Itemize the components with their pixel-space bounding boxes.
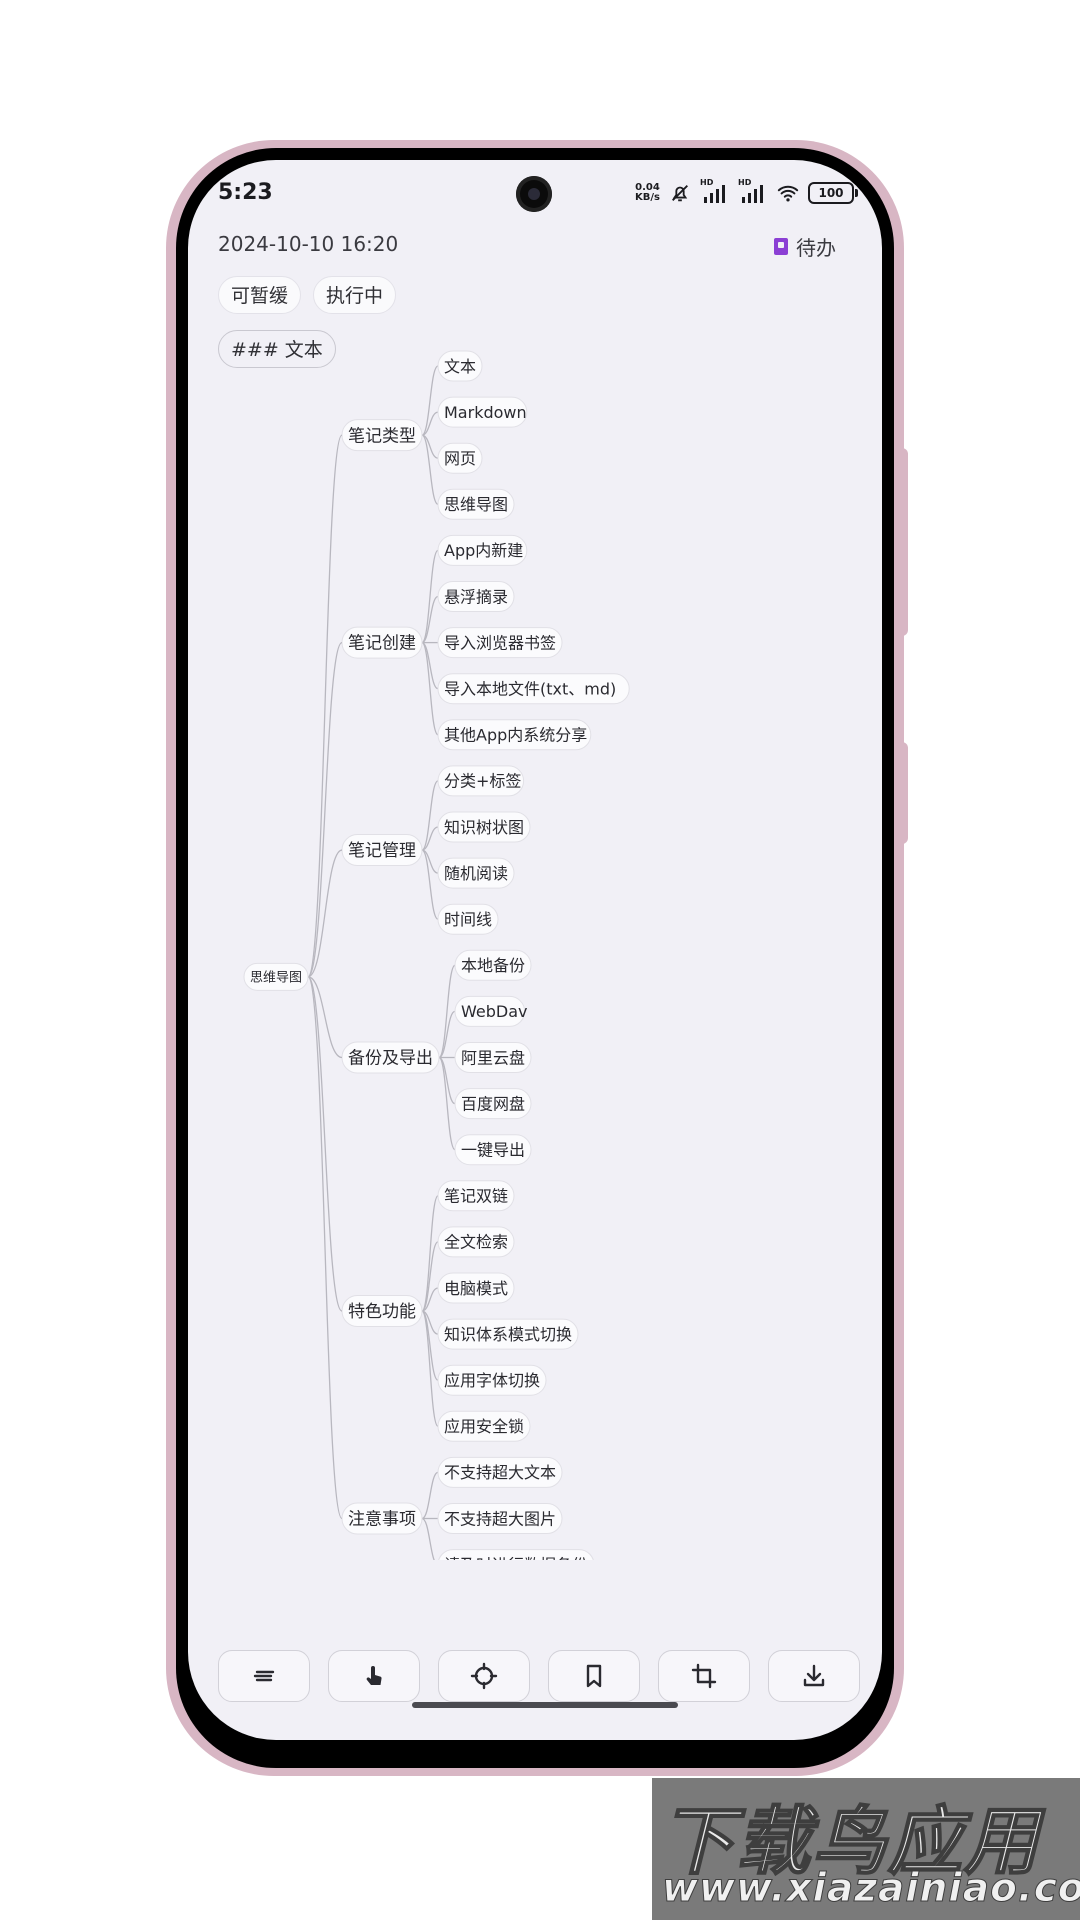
leaf-node-label: 阿里云盘	[461, 1048, 525, 1067]
child-link	[421, 641, 439, 736]
branch-node[interactable]: 特色功能	[341, 1295, 423, 1328]
leaf-node[interactable]: 应用字体切换	[437, 1364, 547, 1396]
leaf-node-label: WebDav	[461, 1002, 527, 1021]
leaf-node[interactable]: 笔记双链	[437, 1180, 515, 1212]
touch-mode-button[interactable]	[328, 1650, 420, 1702]
leaf-node-label: 不支持超大图片	[444, 1509, 556, 1528]
leaf-node[interactable]: 随机阅读	[437, 857, 515, 889]
leaf-node[interactable]: 悬浮摘录	[437, 581, 515, 612]
outline-icon	[253, 1670, 275, 1682]
leaf-node[interactable]: 电脑模式	[437, 1272, 515, 1304]
leaf-node[interactable]: 百度网盘	[454, 1088, 532, 1120]
leaf-node-label: 本地备份	[461, 956, 525, 975]
leaf-node[interactable]: 一键导出	[454, 1134, 532, 1166]
branch-node-label: 笔记管理	[348, 841, 416, 861]
leaf-node-label: 笔记双链	[444, 1187, 508, 1206]
leaf-node-label: 全文检索	[444, 1233, 508, 1252]
locate-center-icon	[470, 1662, 498, 1690]
branch-node[interactable]: 笔记类型	[341, 419, 423, 452]
leaf-node[interactable]: 请及时进行数据备份	[438, 1549, 594, 1560]
bookmark-icon	[586, 1664, 602, 1688]
download-button[interactable]	[768, 1650, 860, 1702]
touch-hand-icon	[366, 1666, 382, 1685]
leaf-node[interactable]: 阿里云盘	[454, 1042, 532, 1073]
leaf-node[interactable]: 全文检索	[437, 1226, 515, 1258]
leaf-node-label: 悬浮摘录	[444, 587, 508, 606]
leaf-node[interactable]: 文本	[437, 350, 483, 382]
leaf-node-label: 其他App内系统分享	[444, 726, 587, 745]
branch-node-label: 笔记类型	[348, 426, 416, 446]
child-link	[438, 1056, 456, 1151]
leaf-node-label: 一键导出	[461, 1140, 525, 1159]
watermark: 下载鸟应用 www.xiazainiao.com	[652, 1778, 1080, 1920]
leaf-node[interactable]: App内新建	[437, 534, 528, 566]
leaf-node-label: 文本	[444, 357, 476, 376]
leaf-node-label: 应用安全锁	[444, 1417, 524, 1436]
crop-icon	[691, 1663, 717, 1689]
side-button	[902, 742, 908, 844]
download-icon	[803, 1664, 825, 1687]
locate-button[interactable]	[438, 1650, 530, 1702]
leaf-node[interactable]: 思维导图	[437, 488, 515, 520]
home-indicator[interactable]	[412, 1702, 678, 1708]
branch-link	[307, 434, 343, 978]
crop-button[interactable]	[658, 1650, 750, 1702]
leaf-node-label: 网页	[444, 449, 476, 468]
bookmark-button[interactable]	[548, 1650, 640, 1702]
leaf-node-label: 思维导图	[444, 495, 508, 514]
leaf-node[interactable]: 导入浏览器书签	[437, 627, 563, 659]
bottom-toolbar	[218, 1650, 860, 1702]
leaf-node[interactable]: 网页	[437, 442, 483, 474]
leaf-node[interactable]: 时间线	[437, 903, 499, 935]
leaf-node[interactable]: WebDav	[454, 995, 527, 1027]
child-link	[421, 1471, 439, 1520]
leaf-node[interactable]: 不支持超大文本	[437, 1456, 563, 1488]
branch-node-label: 注意事项	[348, 1510, 416, 1530]
root-node-label: 思维导图	[250, 971, 302, 986]
branch-node[interactable]: 笔记管理	[341, 834, 423, 867]
leaf-node-label: 电脑模式	[444, 1279, 508, 1298]
watermark-url: www.xiazainiao.com	[661, 1866, 1080, 1912]
leaf-node-label: 百度网盘	[461, 1094, 525, 1113]
leaf-node-label: 导入本地文件(txt、md)	[444, 679, 616, 698]
leaf-node[interactable]: 知识体系模式切换	[437, 1318, 579, 1350]
branch-node-label: 特色功能	[348, 1302, 416, 1322]
branch-node-label: 备份及导出	[348, 1049, 433, 1069]
leaf-node[interactable]: 应用安全锁	[437, 1410, 531, 1442]
leaf-node[interactable]: 分类+标签	[437, 765, 525, 797]
leaf-node-label: 知识树状图	[444, 818, 524, 837]
leaf-node[interactable]: 不支持超大图片	[437, 1503, 563, 1534]
child-link	[421, 1310, 439, 1427]
side-button	[902, 448, 908, 636]
leaf-node-label: 不支持超大文本	[444, 1463, 556, 1482]
leaf-node-label: 分类+标签	[444, 772, 521, 791]
leaf-node-label: 知识体系模式切换	[444, 1325, 572, 1344]
leaf-node-label: 导入浏览器书签	[444, 633, 556, 652]
root-node[interactable]: 思维导图	[243, 962, 309, 991]
branch-link	[307, 976, 343, 1520]
child-link	[438, 964, 456, 1059]
leaf-node-label: 应用字体切换	[444, 1371, 540, 1390]
leaf-node[interactable]: 知识树状图	[437, 811, 531, 843]
leaf-node[interactable]: 导入本地文件(txt、md)	[437, 673, 630, 705]
branch-node[interactable]: 笔记创建	[341, 626, 423, 659]
leaf-node-label: 时间线	[444, 910, 492, 929]
leaf-node-label: Markdown	[444, 403, 527, 422]
leaf-node-label: 请及时进行数据备份	[444, 1555, 588, 1560]
mind-map: 笔记类型文本Markdown网页思维导图笔记创建App内新建悬浮摘录导入浏览器书…	[243, 350, 630, 1560]
child-link	[421, 549, 439, 644]
leaf-node-label: 随机阅读	[444, 864, 508, 883]
leaf-node-label: App内新建	[444, 541, 523, 560]
child-link	[421, 1517, 435, 1560]
branch-node[interactable]: 注意事项	[341, 1502, 423, 1535]
leaf-node[interactable]: 本地备份	[454, 949, 532, 981]
branch-node[interactable]: 备份及导出	[341, 1041, 440, 1074]
leaf-node[interactable]: 其他App内系统分享	[437, 719, 592, 751]
child-link	[421, 1195, 439, 1312]
branch-node-label: 笔记创建	[348, 634, 416, 654]
outline-button[interactable]	[218, 1650, 310, 1702]
leaf-node[interactable]: Markdown	[437, 396, 528, 428]
phone-screen: 5:23 0.04 KB/s HD HD 100 2024-10-10 16:2…	[188, 160, 882, 1740]
